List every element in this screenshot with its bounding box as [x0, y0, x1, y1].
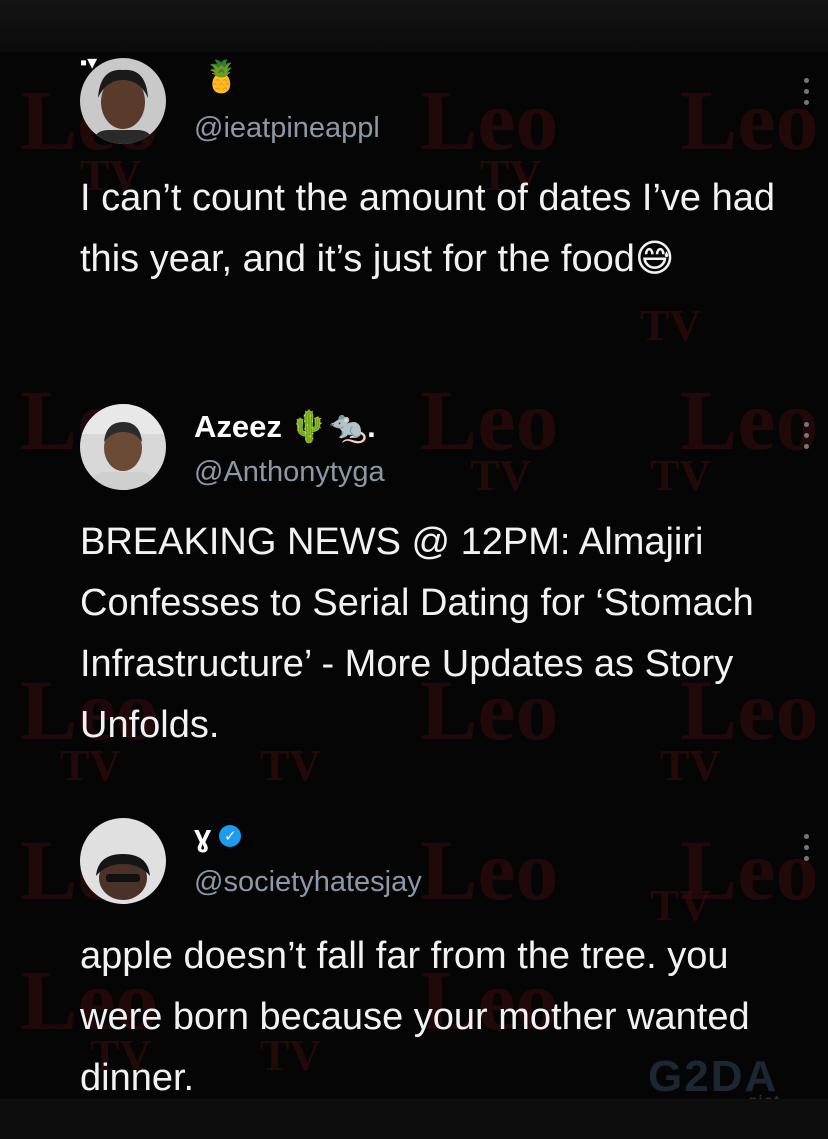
watermark-text: Leo	[680, 372, 819, 468]
watermark-text: Leo	[420, 72, 559, 168]
avatar-image	[80, 404, 166, 490]
avatar[interactable]	[80, 58, 166, 144]
user-handle[interactable]: @ieatpineappl	[194, 112, 380, 145]
watermark-text: Leo	[680, 72, 819, 168]
avatar[interactable]	[80, 404, 166, 490]
watermark-sub: TV	[640, 301, 702, 350]
avatar-image	[80, 58, 166, 144]
tweet-body: I can’t count the amount of dates I’ve h…	[80, 177, 776, 280]
watermark-sub: TV	[650, 451, 712, 500]
more-options-icon[interactable]	[804, 78, 810, 105]
display-name-row: Azeez 🌵🐀.	[194, 408, 376, 445]
user-handle[interactable]: @societyhatesjay	[194, 866, 422, 899]
more-options-icon[interactable]	[804, 422, 810, 449]
top-status-bar	[0, 0, 828, 52]
tweet-body: BREAKING NEWS @ 12PM: Almajiri Confesses…	[80, 521, 754, 746]
watermark-text: Leo	[420, 372, 559, 468]
avatar[interactable]	[80, 818, 166, 904]
name-emoji: 🌵🐀.	[289, 409, 376, 444]
display-name-row: ɣ ✓	[194, 818, 242, 854]
watermark-sub: TV	[470, 451, 532, 500]
verified-badge-icon: ✓	[219, 825, 242, 847]
watermark-sub: TV	[650, 881, 712, 930]
watermark-text: Leo	[680, 822, 819, 918]
avatar-image	[80, 818, 166, 904]
watermark-text: Leo	[420, 822, 559, 918]
display-name[interactable]: ɣ	[194, 818, 211, 854]
display-name-row: 🍍	[194, 58, 241, 95]
more-options-icon[interactable]	[804, 834, 810, 861]
display-name[interactable]: Azeez	[194, 409, 282, 445]
user-handle[interactable]: @Anthonytyga	[194, 456, 385, 489]
bottom-bar	[0, 1099, 828, 1139]
name-emoji: 🍍	[202, 59, 241, 94]
